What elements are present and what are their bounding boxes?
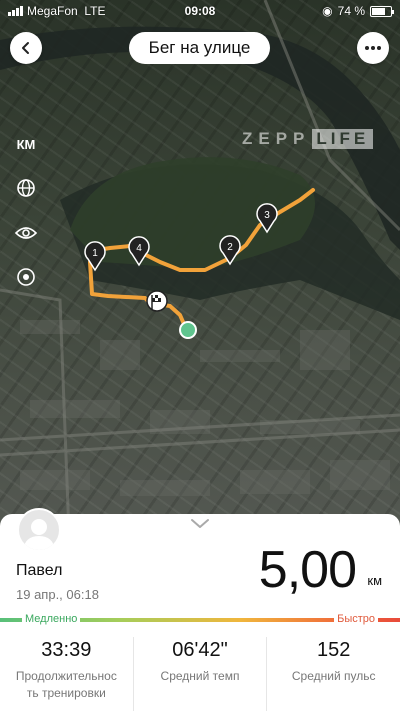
locate-button[interactable]: [10, 261, 42, 293]
stat-avg-pace: 06'42" Средний темп: [134, 637, 268, 711]
avatar[interactable]: [17, 508, 61, 552]
map-layer-button[interactable]: [10, 172, 42, 204]
back-button[interactable]: [10, 32, 42, 64]
more-button[interactable]: [357, 32, 389, 64]
visibility-button[interactable]: [10, 217, 42, 249]
chevron-left-icon: [22, 42, 29, 54]
stat-label: Средний пульс: [291, 669, 376, 683]
stats-row: 33:39 Продолжительнос ть тренировки 06'4…: [0, 637, 400, 711]
unit-toggle-button[interactable]: КМ: [10, 128, 42, 160]
status-bar: MegaFon LTE 09:08 ◉ 74 %: [0, 0, 400, 22]
carrier-name: MegaFon: [27, 4, 78, 18]
stat-avg-heart-rate: 152 Средний пульс: [267, 637, 400, 711]
workout-date: 19 апр., 06:18: [16, 587, 99, 602]
distance-value: 5,00: [258, 541, 357, 599]
map-imagery: [0, 0, 400, 560]
user-name: Павел: [16, 562, 63, 579]
stat-duration: 33:39 Продолжительнос ть тренировки: [0, 637, 134, 711]
stat-value: 33:39: [41, 639, 92, 661]
brand-right: LIFE: [312, 129, 374, 149]
carrier-info: MegaFon LTE: [27, 4, 127, 18]
route-map[interactable]: 1 4 2 3: [0, 0, 400, 560]
user-silhouette-icon: [23, 519, 55, 550]
stat-value: 152: [316, 639, 351, 661]
activity-title: Бег на улице: [129, 32, 270, 64]
battery-percent: 74 %: [337, 4, 365, 18]
locate-icon: [17, 268, 35, 286]
stat-label: Средний темп: [160, 669, 240, 683]
stat-label: Продолжительнос ть тренировки: [15, 669, 117, 700]
stat-value: 06'42": [172, 639, 228, 661]
pace-slow-label: Медленно: [22, 613, 81, 625]
pace-fast-label: Быстро: [334, 613, 378, 625]
distance-unit: км: [367, 573, 382, 588]
pace-scale: Медленно Быстро: [0, 613, 400, 627]
signal-icon: [8, 6, 23, 16]
network-type: LTE: [84, 4, 106, 18]
chevron-down-icon[interactable]: [189, 517, 211, 531]
orientation-lock-icon: ◉: [322, 4, 333, 18]
more-dots-icon: [365, 46, 381, 50]
brand-left: ZEPP: [242, 129, 311, 148]
globe-icon: [17, 179, 35, 197]
battery-icon: [370, 5, 394, 17]
zepp-life-logo: ZEPP LIFE: [242, 128, 374, 150]
eye-icon: [15, 227, 37, 239]
